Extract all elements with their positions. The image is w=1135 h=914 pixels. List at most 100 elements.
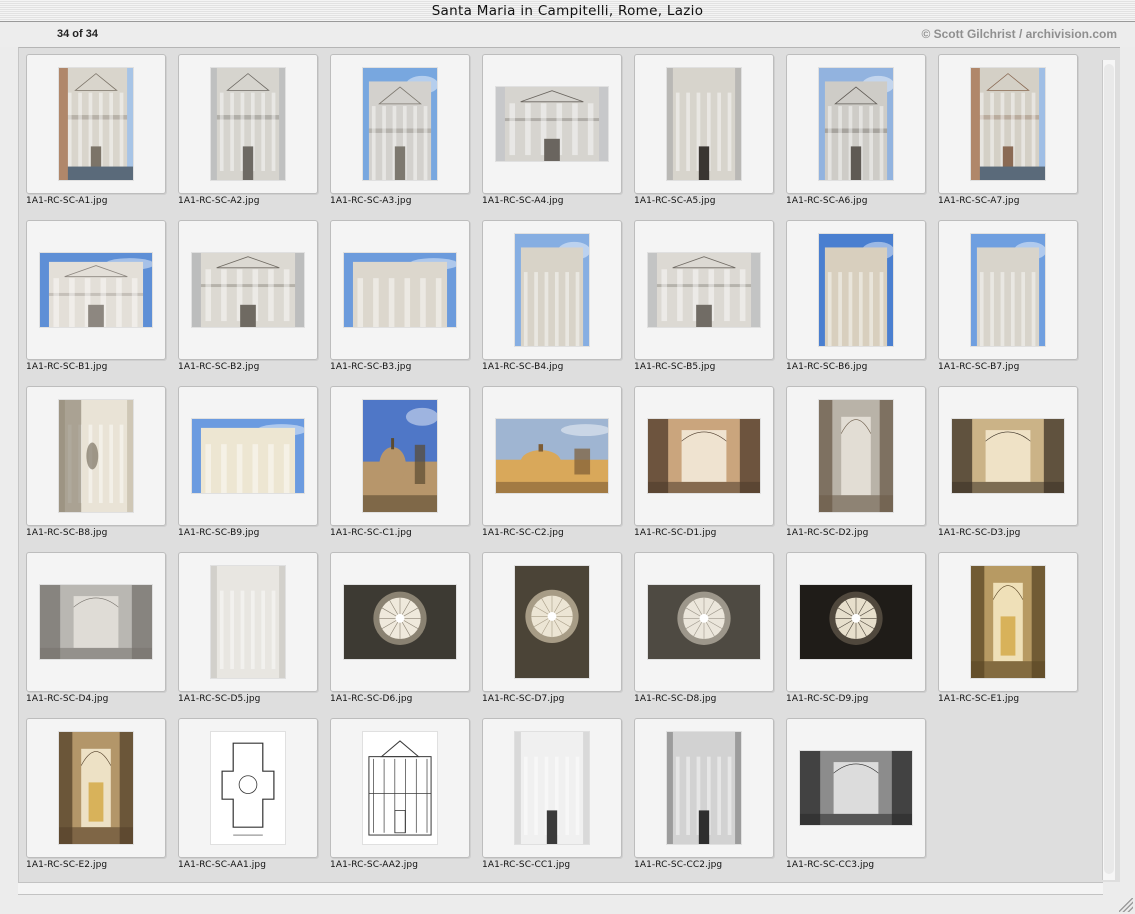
thumbnail-image[interactable]: [40, 585, 152, 659]
thumbnail-image[interactable]: [515, 566, 589, 678]
thumbnail-item[interactable]: 1A1-RC-SC-D3.jpg: [938, 386, 1090, 552]
thumbnail-image[interactable]: [363, 400, 437, 512]
thumbnail-image[interactable]: [819, 68, 893, 180]
vertical-scrollbar[interactable]: [1102, 60, 1115, 880]
thumbnail-frame[interactable]: [634, 552, 774, 692]
thumbnail-frame[interactable]: [482, 54, 622, 194]
thumbnail-frame[interactable]: [938, 552, 1078, 692]
thumbnail-item[interactable]: 1A1-RC-SC-B9.jpg: [178, 386, 330, 552]
thumbnail-frame[interactable]: [330, 718, 470, 858]
thumbnail-image[interactable]: [648, 253, 760, 327]
thumbnail-frame[interactable]: [634, 54, 774, 194]
thumbnail-item[interactable]: 1A1-RC-SC-CC3.jpg: [786, 718, 938, 882]
thumbnail-frame[interactable]: [178, 552, 318, 692]
thumbnail-item[interactable]: 1A1-RC-SC-D4.jpg: [26, 552, 178, 718]
thumbnail-item[interactable]: 1A1-RC-SC-AA1.jpg: [178, 718, 330, 882]
thumbnail-image[interactable]: [59, 68, 133, 180]
thumbnail-image[interactable]: [363, 68, 437, 180]
thumbnail-item[interactable]: 1A1-RC-SC-AA2.jpg: [330, 718, 482, 882]
thumbnail-image[interactable]: [59, 400, 133, 512]
thumbnail-frame[interactable]: [178, 54, 318, 194]
thumbnail-image[interactable]: [344, 253, 456, 327]
thumbnail-frame[interactable]: [330, 220, 470, 360]
thumbnail-frame[interactable]: [938, 54, 1078, 194]
thumbnail-item[interactable]: 1A1-RC-SC-B4.jpg: [482, 220, 634, 386]
thumbnail-frame[interactable]: [26, 552, 166, 692]
thumbnail-frame[interactable]: [330, 386, 470, 526]
thumbnail-frame[interactable]: [634, 718, 774, 858]
thumbnail-item[interactable]: 1A1-RC-SC-D1.jpg: [634, 386, 786, 552]
thumbnail-image[interactable]: [363, 732, 437, 844]
thumbnail-item[interactable]: 1A1-RC-SC-A3.jpg: [330, 54, 482, 220]
thumbnail-image[interactable]: [515, 732, 589, 844]
thumbnail-frame[interactable]: [634, 220, 774, 360]
thumbnail-frame[interactable]: [938, 220, 1078, 360]
thumbnail-item[interactable]: 1A1-RC-SC-D7.jpg: [482, 552, 634, 718]
thumbnail-item[interactable]: 1A1-RC-SC-D9.jpg: [786, 552, 938, 718]
thumbnail-item[interactable]: 1A1-RC-SC-D2.jpg: [786, 386, 938, 552]
thumbnail-frame[interactable]: [26, 54, 166, 194]
thumbnail-frame[interactable]: [786, 54, 926, 194]
thumbnail-item[interactable]: 1A1-RC-SC-D6.jpg: [330, 552, 482, 718]
thumbnail-frame[interactable]: [482, 552, 622, 692]
thumbnail-image[interactable]: [192, 419, 304, 493]
thumbnail-item[interactable]: 1A1-RC-SC-B7.jpg: [938, 220, 1090, 386]
thumbnail-frame[interactable]: [26, 220, 166, 360]
thumbnail-image[interactable]: [971, 234, 1045, 346]
thumbnail-item[interactable]: 1A1-RC-SC-A6.jpg: [786, 54, 938, 220]
thumbnail-frame[interactable]: [786, 552, 926, 692]
thumbnail-image[interactable]: [667, 68, 741, 180]
thumbnail-item[interactable]: 1A1-RC-SC-D8.jpg: [634, 552, 786, 718]
thumbnail-item[interactable]: 1A1-RC-SC-A5.jpg: [634, 54, 786, 220]
thumbnail-item[interactable]: 1A1-RC-SC-A2.jpg: [178, 54, 330, 220]
thumbnail-item[interactable]: 1A1-RC-SC-A4.jpg: [482, 54, 634, 220]
horizontal-scrollbar[interactable]: [18, 882, 1103, 895]
thumbnail-item[interactable]: 1A1-RC-SC-A7.jpg: [938, 54, 1090, 220]
thumbnail-item[interactable]: 1A1-RC-SC-A1.jpg: [26, 54, 178, 220]
thumbnail-frame[interactable]: [178, 386, 318, 526]
thumbnail-image[interactable]: [496, 419, 608, 493]
thumbnail-frame[interactable]: [482, 220, 622, 360]
thumbnail-image[interactable]: [59, 732, 133, 844]
thumbnail-image[interactable]: [648, 585, 760, 659]
thumbnail-frame[interactable]: [26, 718, 166, 858]
thumbnail-item[interactable]: 1A1-RC-SC-B1.jpg: [26, 220, 178, 386]
thumbnail-frame[interactable]: [786, 718, 926, 858]
thumbnail-image[interactable]: [971, 68, 1045, 180]
thumbnail-frame[interactable]: [330, 54, 470, 194]
thumbnail-frame[interactable]: [178, 718, 318, 858]
thumbnail-item[interactable]: 1A1-RC-SC-B5.jpg: [634, 220, 786, 386]
thumbnail-image[interactable]: [819, 234, 893, 346]
thumbnail-image[interactable]: [819, 400, 893, 512]
thumbnail-image[interactable]: [648, 419, 760, 493]
thumbnail-item[interactable]: 1A1-RC-SC-E2.jpg: [26, 718, 178, 882]
thumbnail-frame[interactable]: [786, 386, 926, 526]
vertical-scroll-thumb[interactable]: [1104, 64, 1114, 874]
thumbnail-frame[interactable]: [178, 220, 318, 360]
thumbnail-image[interactable]: [800, 751, 912, 825]
thumbnail-item[interactable]: 1A1-RC-SC-B2.jpg: [178, 220, 330, 386]
thumbnail-image[interactable]: [952, 419, 1064, 493]
thumbnail-item[interactable]: 1A1-RC-SC-B6.jpg: [786, 220, 938, 386]
thumbnail-item[interactable]: 1A1-RC-SC-B8.jpg: [26, 386, 178, 552]
thumbnail-item[interactable]: 1A1-RC-SC-B3.jpg: [330, 220, 482, 386]
resize-grip-icon[interactable]: [1119, 898, 1133, 912]
thumbnail-frame[interactable]: [634, 386, 774, 526]
thumbnail-image[interactable]: [800, 585, 912, 659]
thumbnail-item[interactable]: 1A1-RC-SC-CC2.jpg: [634, 718, 786, 882]
thumbnail-item[interactable]: 1A1-RC-SC-CC1.jpg: [482, 718, 634, 882]
thumbnail-image[interactable]: [211, 68, 285, 180]
thumbnail-frame[interactable]: [26, 386, 166, 526]
thumbnail-image[interactable]: [667, 732, 741, 844]
thumbnail-item[interactable]: 1A1-RC-SC-E1.jpg: [938, 552, 1090, 718]
thumbnail-frame[interactable]: [330, 552, 470, 692]
thumbnail-image[interactable]: [496, 87, 608, 161]
thumbnail-item[interactable]: 1A1-RC-SC-D5.jpg: [178, 552, 330, 718]
thumbnail-image[interactable]: [344, 585, 456, 659]
thumbnail-frame[interactable]: [938, 386, 1078, 526]
thumbnail-image[interactable]: [971, 566, 1045, 678]
thumbnail-image[interactable]: [192, 253, 304, 327]
thumbnail-frame[interactable]: [482, 718, 622, 858]
thumbnail-image[interactable]: [211, 732, 285, 844]
window-titlebar[interactable]: Santa Maria in Campitelli, Rome, Lazio: [0, 0, 1135, 22]
